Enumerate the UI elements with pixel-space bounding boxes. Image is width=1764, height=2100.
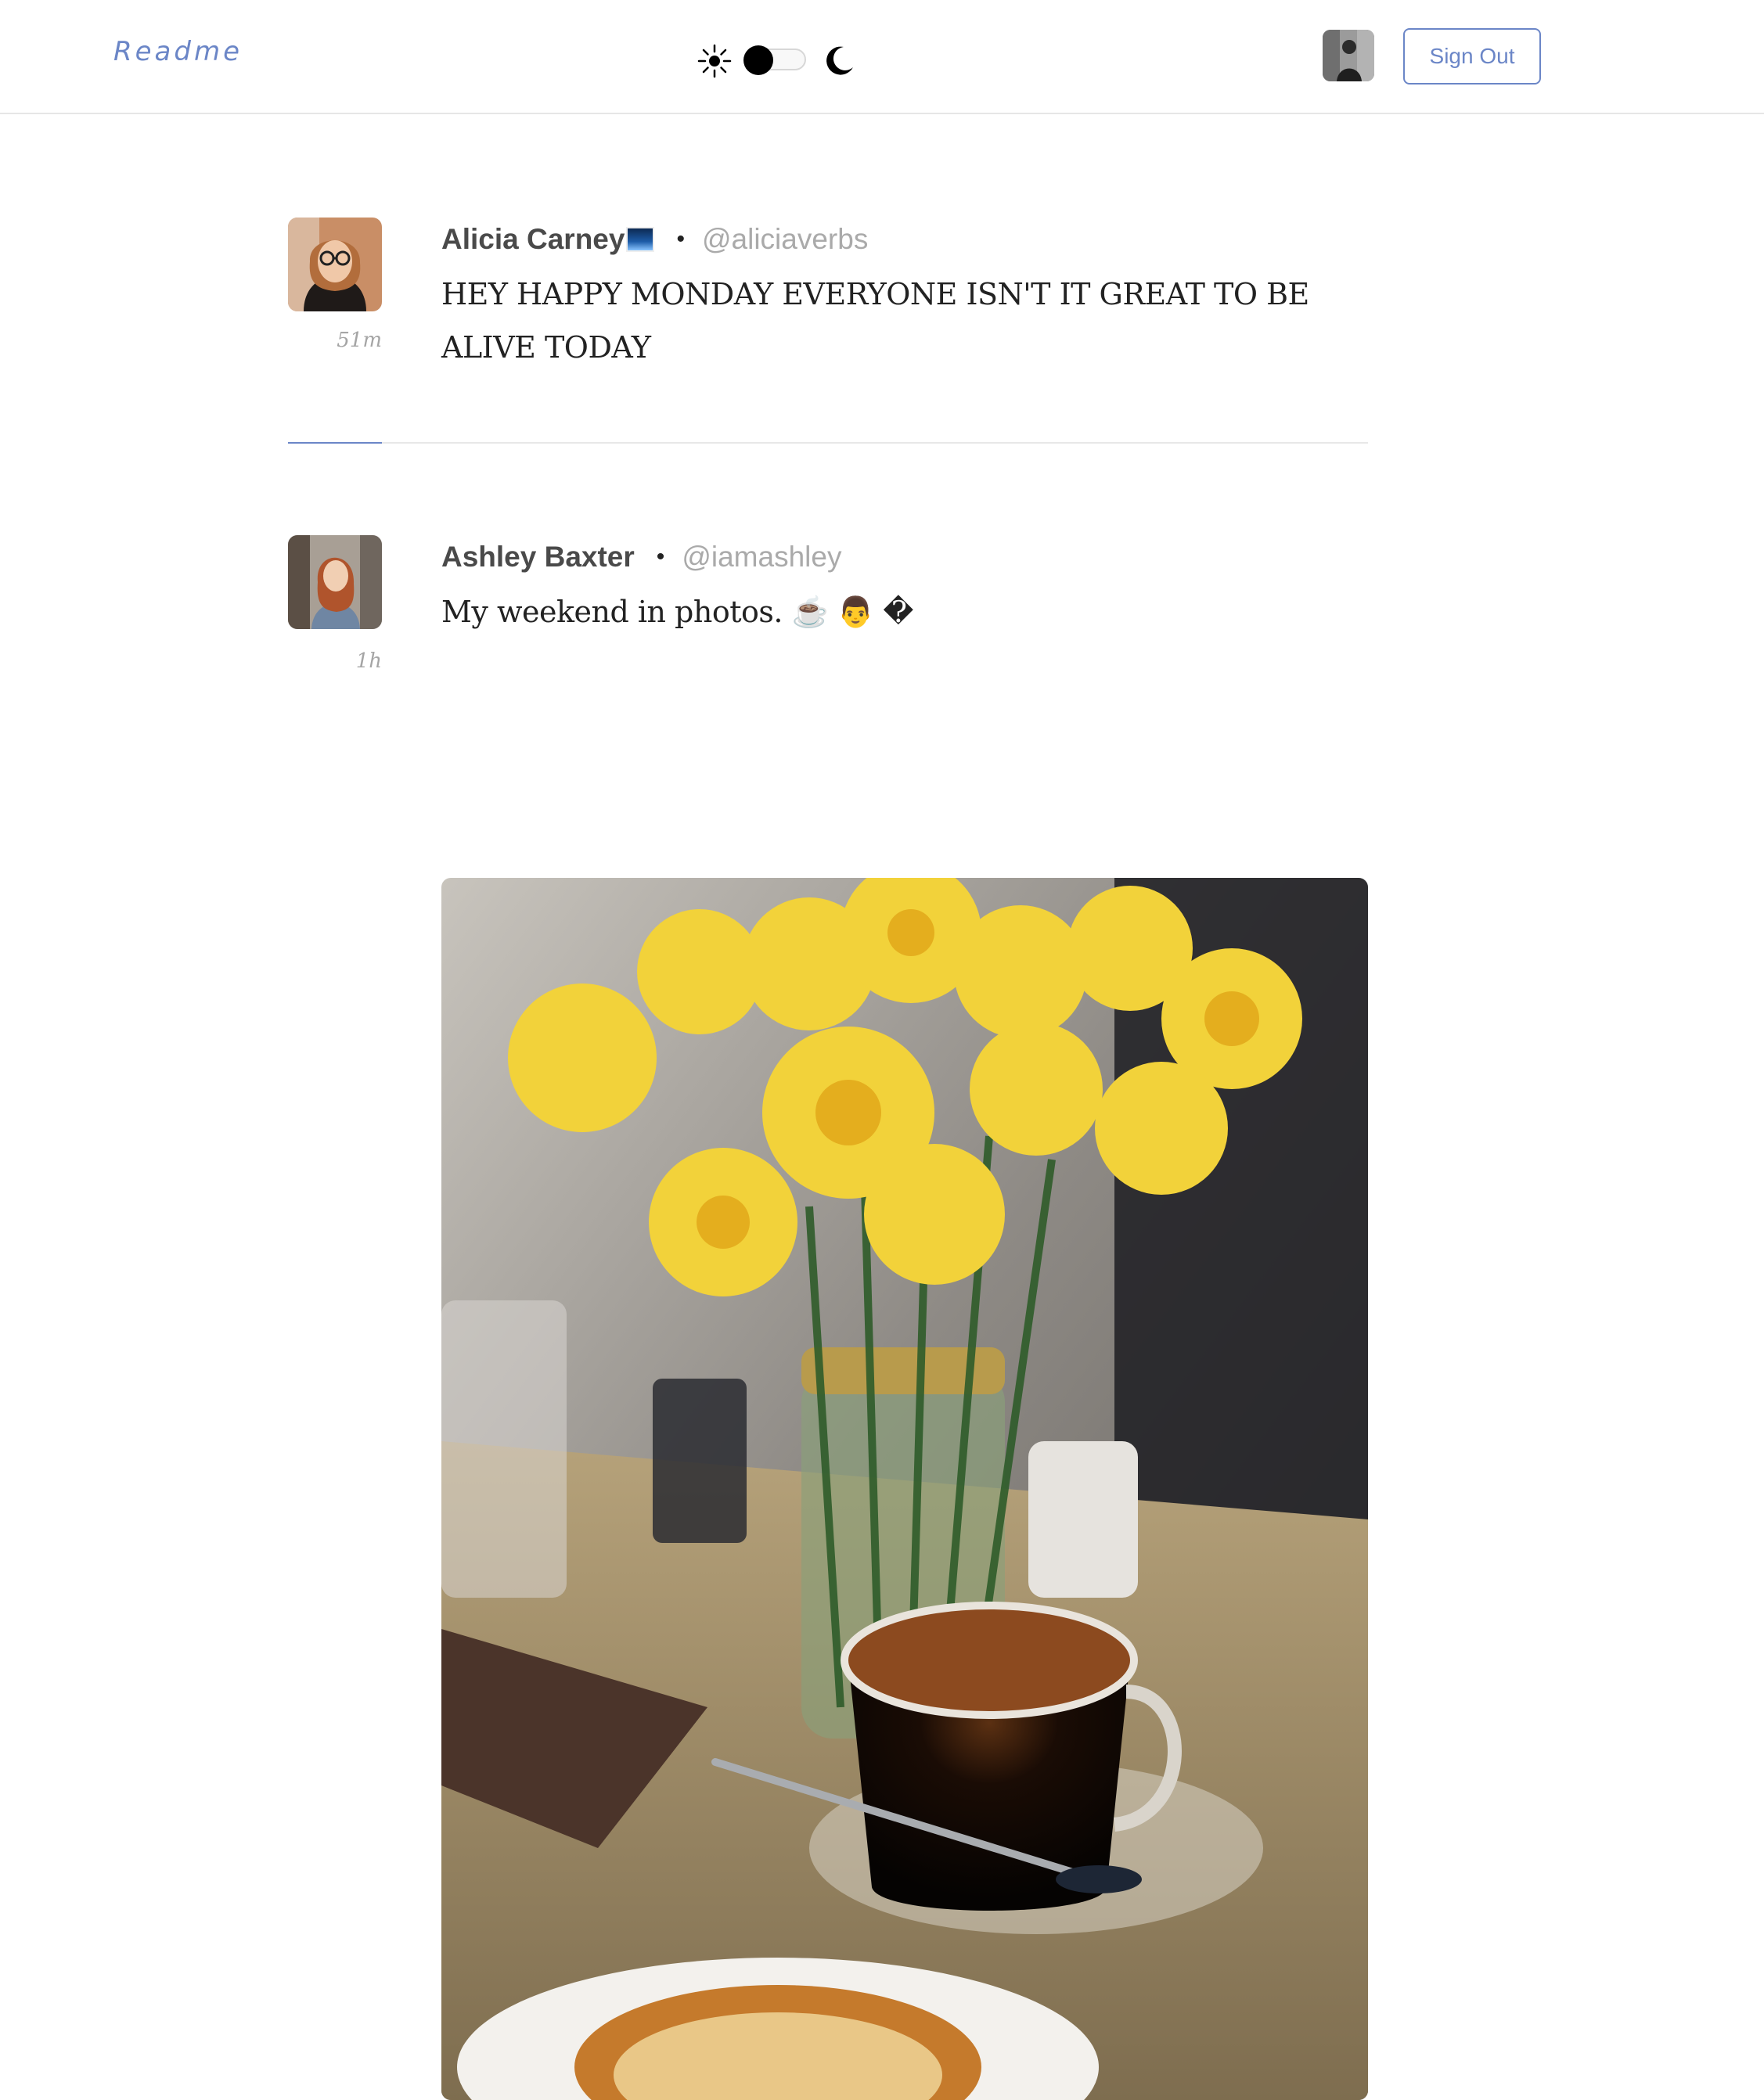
post-divider (288, 442, 1368, 444)
user-avatar[interactable] (1323, 30, 1374, 81)
brand-logo[interactable]: Readme (113, 36, 243, 67)
sign-out-button[interactable]: Sign Out (1403, 28, 1541, 85)
top-navbar: Readme Sign Out (0, 0, 1764, 114)
post-text: HEY HAPPY MONDAY EVERYONE ISN'T IT GREAT… (441, 277, 1309, 365)
divider-accent (288, 442, 382, 444)
separator-dot: • (656, 544, 665, 570)
post-timestamp: 1h (355, 649, 382, 673)
post-header: Alicia Carney • @aliciaverbs (441, 218, 1368, 261)
author-name[interactable]: Alicia Carney (441, 223, 625, 256)
author-handle[interactable]: @aliciaverbs (702, 223, 868, 256)
avatar[interactable] (288, 535, 382, 629)
post-header: Ashley Baxter • @iamashley (441, 535, 1368, 579)
sun-icon (697, 44, 732, 78)
separator-dot: • (676, 226, 685, 252)
post-timestamp: 51m (337, 329, 382, 352)
post-body: Alicia Carney • @aliciaverbs HEY HAPPY M… (441, 218, 1368, 374)
post-photo[interactable] (441, 878, 1368, 2100)
author-name[interactable]: Ashley Baxter (441, 541, 635, 574)
flag-icon (626, 227, 655, 252)
avatar[interactable] (288, 218, 382, 311)
moon-icon (826, 46, 853, 75)
author-handle[interactable]: @iamashley (682, 541, 841, 574)
post-body: Ashley Baxter • @iamashley My weekend in… (441, 535, 1368, 638)
toggle-knob[interactable] (743, 45, 773, 75)
theme-toggle[interactable] (697, 39, 853, 83)
post-text: My weekend in photos. ☕ 👨 � (441, 595, 913, 629)
